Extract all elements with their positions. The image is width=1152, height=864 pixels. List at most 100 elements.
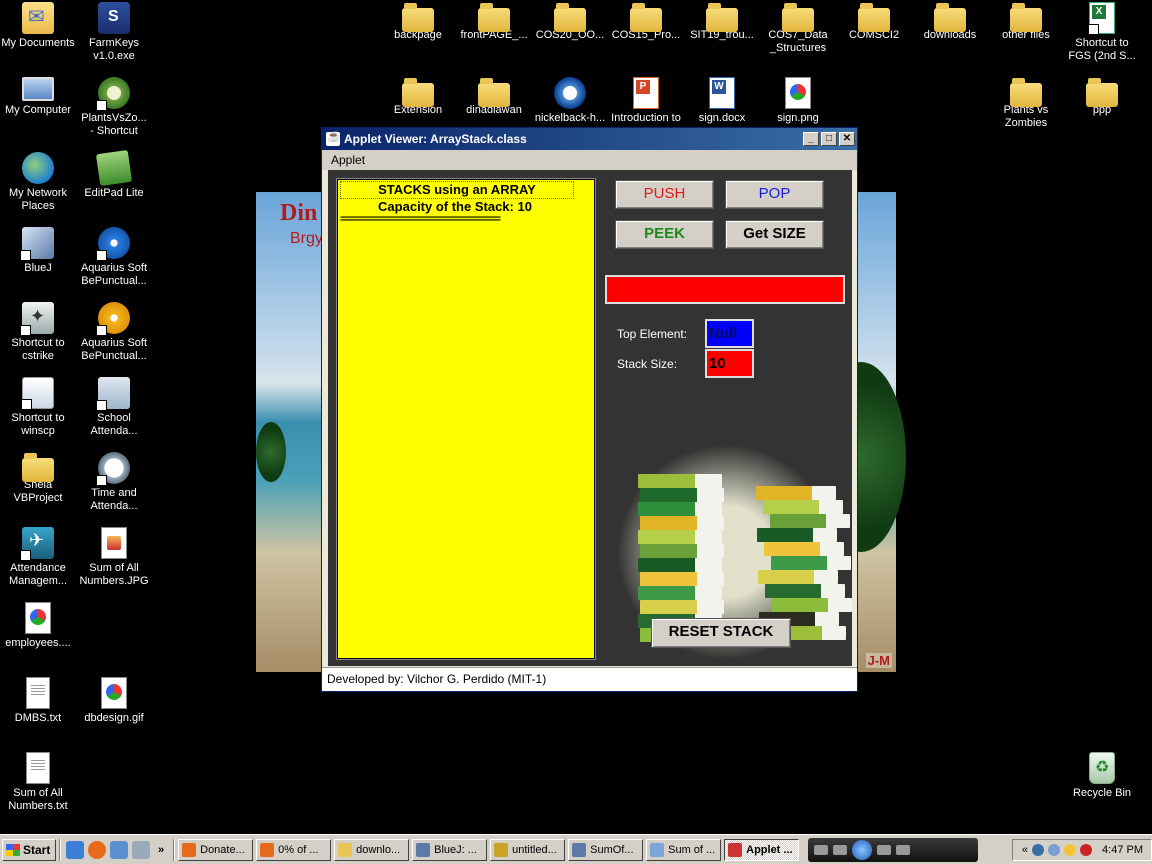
stack-display-area[interactable]: STACKS using an ARRAY Capacity of the St… [336,178,596,660]
taskbar-button[interactable]: SumOf... [568,838,644,861]
desktop-icon-editpad-lite[interactable]: EditPad Lite [76,149,152,200]
clock[interactable]: 4:47 PM [1102,844,1143,856]
desktop-icon-label: My Computer [4,104,72,116]
desktop-icon-fgs-shortcut[interactable]: Shortcut to FGS (2nd S... [1064,2,1140,63]
taskbar-button[interactable]: Donate... [178,838,254,861]
desktop-icon-dmbs-txt[interactable]: DMBS.txt [0,677,76,725]
desktop-icon-aquarius-1[interactable]: Aquarius Soft BePunctual... [76,227,152,288]
start-button[interactable]: Start [2,838,56,861]
book-shape [772,598,852,612]
desktop-icon-downloads[interactable]: downloads [912,2,988,42]
desktop-icon-winscp[interactable]: Shortcut to winscp [0,377,76,438]
desktop-icon-cos15[interactable]: COS15_Pro... [608,2,684,42]
taskbar-button[interactable]: Applet ... [724,838,800,861]
top-element-label: Top Element: [617,327,688,341]
desktop-icon-my-documents[interactable]: My Documents [0,2,76,50]
desktop-icon-sign-docx[interactable]: sign.docx [684,77,760,125]
book-shape [638,474,722,488]
desktop-icon-frontpage[interactable]: frontPAGE_... [456,2,532,42]
desktop-icon-aquarius-2[interactable]: Aquarius Soft BePunctual... [76,302,152,363]
bluej-icon [572,842,587,857]
desktop-icon-backpage[interactable]: backpage [380,2,456,42]
quicklaunch-app-icon[interactable] [110,840,128,859]
desktop-icon-label: DMBS.txt [14,712,62,724]
taskbar-button[interactable]: 0% of ... [256,838,332,861]
desktop-icon-comsci2[interactable]: COMSCI2 [836,2,912,42]
media-player-toolbar[interactable] [808,837,979,862]
desktop-icon-cos20[interactable]: COS20_OO... [532,2,608,42]
desktop-icon-my-network-places[interactable]: My Network Places [0,152,76,213]
desktop-icon-plantsvszombies-shortcut[interactable]: PlantsVsZo... - Shortcut [76,77,152,138]
messenger-tray-icon[interactable] [1064,843,1077,856]
fgs-shortcut-icon [1088,2,1115,35]
taskbar-button[interactable]: Sum of ... [646,838,722,861]
desktop-icon-plants-vs-zombies[interactable]: Plants vs Zombies [988,77,1064,130]
java-icon [326,130,341,146]
backpage-icon [402,3,434,32]
desktop-icon-cstrike[interactable]: Shortcut to cstrike [0,302,76,363]
desktop-icon-sum-all-jpg[interactable]: Sum of All Numbers.JPG [76,527,152,588]
desktop-icon-nickelback[interactable]: nickelback-h... [532,77,608,125]
firefox-quicklaunch-icon[interactable] [88,840,106,859]
book-shape [640,544,724,558]
pop-button[interactable]: POP [725,180,824,209]
desktop-icon-ppp[interactable]: ppp [1064,77,1140,117]
tray-app-icon[interactable] [1048,843,1061,856]
media-play-icon[interactable] [852,839,873,860]
book-shape [640,572,724,586]
peek-button[interactable]: PEEK [615,220,714,249]
stack-value-input[interactable] [605,275,845,304]
desktop-icon-attendance-mgmt[interactable]: Attendance Managem... [0,527,76,588]
wallpaper-subtitle: Brgy [290,230,323,247]
antivirus-tray-icon[interactable] [1080,843,1093,856]
desktop-icon-my-computer[interactable]: My Computer [0,77,76,117]
book-shape [638,530,722,544]
window-title: Applet Viewer: ArrayStack.class [344,132,527,146]
desktop-icon-sum-all-txt[interactable]: Sum of All Numbers.txt [0,752,76,813]
system-tray: « 4:47 PM [1012,838,1152,861]
push-button[interactable]: PUSH [615,180,714,209]
desktop-icon-school-attendance[interactable]: School Attenda... [76,377,152,438]
media-prev-icon[interactable] [833,844,848,855]
menu-applet[interactable]: Applet [331,153,365,167]
desktop-icon-bluej[interactable]: BlueJ [0,227,76,275]
desktop-icon-employees[interactable]: employees.... [0,602,76,650]
taskbar-button-label: BlueJ: ... [434,843,477,856]
taskbar-button[interactable]: BlueJ: ... [412,838,488,861]
minimize-button[interactable]: _ [803,132,819,146]
stack-separator: ================================ [340,215,501,226]
desktop-icon-dbdesign[interactable]: dbdesign.gif [76,677,152,725]
book-shape [771,556,851,570]
network-tray-icon[interactable] [1032,843,1045,856]
desktop-icon-label: Plants vs Zombies [1003,104,1049,129]
desktop-icon-time-attendance[interactable]: Time and Attenda... [76,452,152,513]
tray-overflow[interactable]: « [1022,844,1028,856]
close-button[interactable]: ✕ [839,132,855,146]
folder-icon [338,842,353,857]
desktop-icon-extension[interactable]: Extension [380,77,456,117]
sign-docx-icon [709,77,735,109]
media-next-icon[interactable] [877,844,892,855]
media-volume-icon[interactable] [896,844,911,855]
window-titlebar[interactable]: Applet Viewer: ArrayStack.class _ □ ✕ [322,128,857,150]
desktop-icon-sit19[interactable]: SIT19_trou... [684,2,760,42]
desktop-icon-farmkeys[interactable]: FarmKeys v1.0.exe [76,2,152,63]
media-stop-icon[interactable] [814,844,829,855]
maximize-button[interactable]: □ [821,132,837,146]
show-desktop-icon[interactable] [66,840,84,859]
desktop-icon-shela-vbproject[interactable]: Shela VBProject [0,452,76,505]
desktop-icon-introduction[interactable]: Introduction to [608,77,684,125]
taskbar-button[interactable]: untitled... [490,838,566,861]
desktop-icon-cos7[interactable]: COS7_Data _Structures [760,2,836,55]
desktop-icon-recycle-bin[interactable]: Recycle Bin [1064,752,1140,800]
quicklaunch-overflow[interactable]: » [158,844,164,856]
book-shape [640,488,724,502]
reset-stack-button[interactable]: RESET STACK [651,618,791,648]
quicklaunch-app-icon[interactable] [132,840,150,859]
desktop-icon-sign-png[interactable]: sign.png [760,77,836,125]
get-size-button[interactable]: Get SIZE [725,220,824,249]
desktop-icon-dinadiawan[interactable]: dinadiawan [456,77,532,117]
stack-size-value: 10 [705,349,754,378]
desktop-icon-other-files[interactable]: other files [988,2,1064,42]
taskbar-button[interactable]: downlo... [334,838,410,861]
